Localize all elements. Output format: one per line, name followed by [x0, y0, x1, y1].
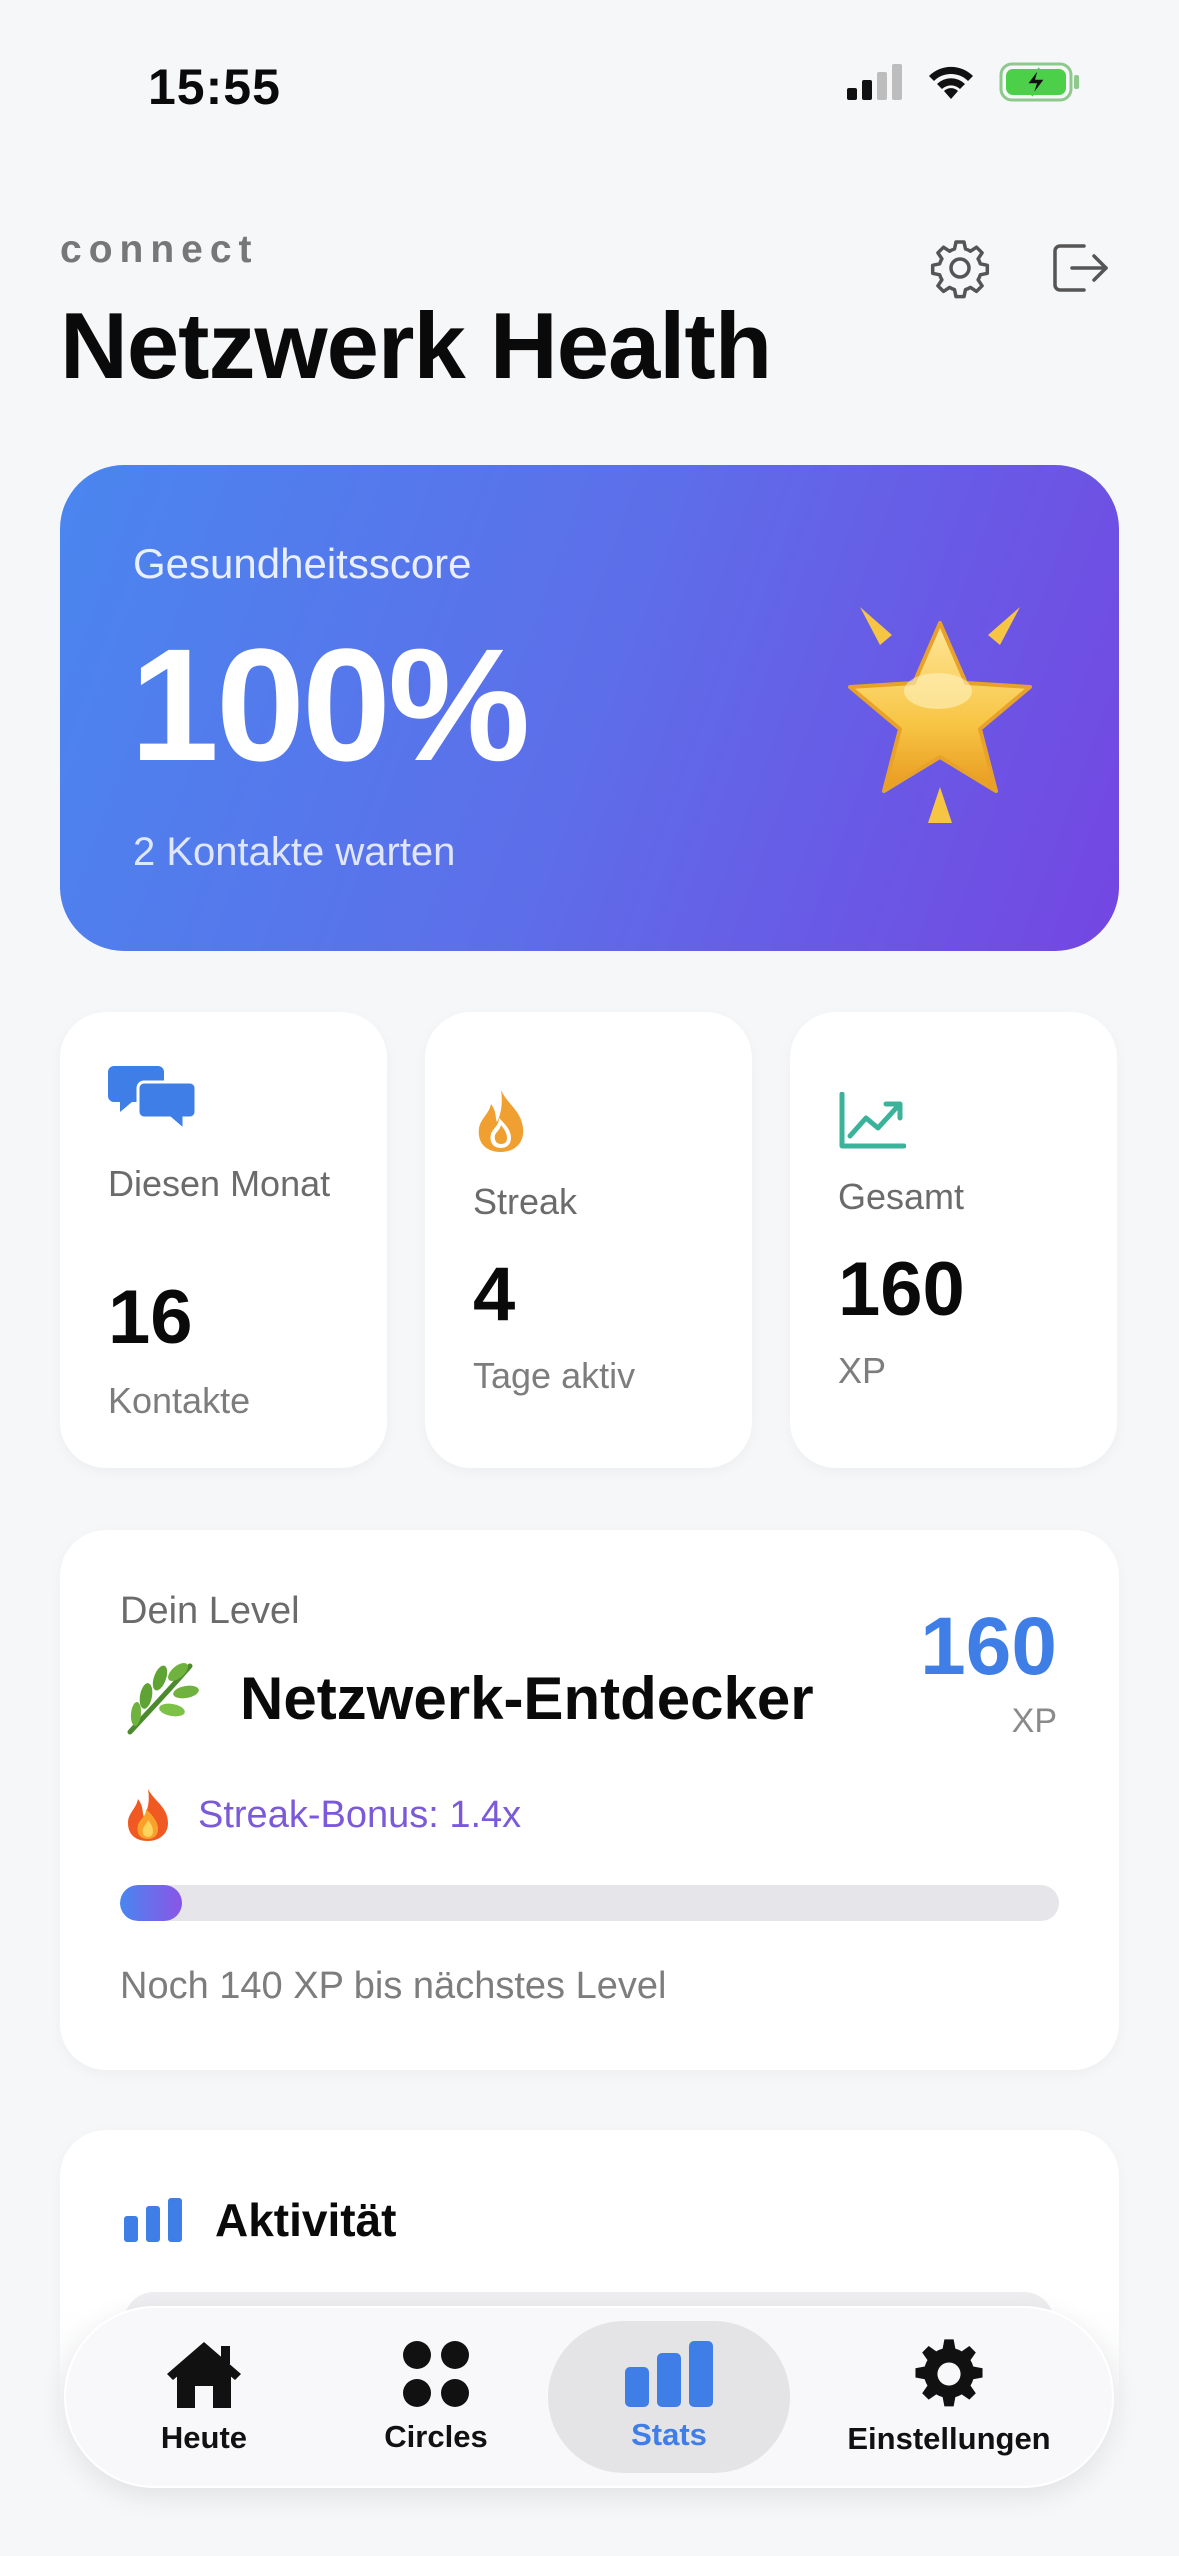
score-subtitle: 2 Kontakte warten: [133, 830, 456, 874]
stat-value: 16: [108, 1275, 193, 1360]
health-score-card: Gesundheitsscore 100% 2 Kontakte warten: [60, 465, 1119, 951]
stat-value: 4: [473, 1252, 516, 1337]
tab-bar: Heute Circles Stats Einstellungen: [64, 2306, 1114, 2488]
score-value: 100%: [130, 615, 530, 794]
tab-stats[interactable]: Stats: [569, 2306, 769, 2488]
stat-card-total: Gesamt 160 XP: [790, 1012, 1117, 1468]
house-icon: [167, 2342, 241, 2408]
bar-chart-icon: [124, 2198, 182, 2242]
level-progress-fill: [120, 1885, 182, 1921]
stat-label: Diesen Monat: [108, 1163, 331, 1204]
tab-heute[interactable]: Heute: [104, 2306, 304, 2488]
tab-label: Circles: [384, 2419, 488, 2454]
fire-icon: [128, 1789, 168, 1841]
stat-label: Streak: [473, 1181, 578, 1222]
streak-bonus-text: Streak-Bonus: 1.4x: [198, 1794, 522, 1836]
logout-icon[interactable]: [1046, 236, 1110, 300]
level-name: Netzwerk-Entdecker: [240, 1665, 814, 1732]
tab-label: Heute: [160, 2420, 248, 2455]
stat-sub: Tage aktiv: [473, 1355, 636, 1396]
battery-charging-icon: [999, 62, 1079, 102]
wifi-icon: [929, 66, 973, 99]
brand-label: connect: [60, 228, 259, 271]
level-xp-value: 160: [920, 1601, 1057, 1692]
signal-icon: [847, 64, 902, 100]
level-xp-unit: XP: [1011, 1702, 1057, 1740]
stat-label: Gesamt: [838, 1176, 965, 1217]
activity-title: Aktivität: [215, 2194, 397, 2246]
level-progress-bar: [120, 1885, 1059, 1921]
tab-circles[interactable]: Circles: [336, 2306, 536, 2488]
herb-icon: [127, 1663, 199, 1735]
score-label: Gesundheitsscore: [133, 540, 472, 587]
level-card: Dein Level Netzwerk-Entdecker 160 XP Str…: [60, 1530, 1119, 2070]
settings-gear-icon[interactable]: [928, 236, 992, 300]
stat-sub: Kontakte: [108, 1380, 251, 1421]
gear-icon: [915, 2339, 983, 2407]
level-label: Dein Level: [120, 1590, 300, 1632]
bar-chart-icon: [625, 2341, 713, 2407]
page-title: Netzwerk Health: [60, 293, 772, 398]
tab-einstellungen[interactable]: Einstellungen: [824, 2306, 1074, 2488]
status-time: 15:55: [148, 59, 281, 115]
chat-bubbles-icon: [108, 1066, 198, 1134]
flame-icon: [478, 1090, 524, 1152]
tab-label: Einstellungen: [847, 2421, 1051, 2456]
stat-sub: XP: [838, 1350, 887, 1391]
status-icons: [847, 62, 1081, 102]
stat-value: 160: [838, 1247, 965, 1332]
stat-card-streak: Streak 4 Tage aktiv: [425, 1012, 752, 1468]
level-next-text: Noch 140 XP bis nächstes Level: [120, 1965, 667, 2007]
tab-label: Stats: [631, 2417, 707, 2452]
star-icon: [848, 607, 1032, 823]
stat-card-month: Diesen Monat 16 Kontakte: [60, 1012, 387, 1468]
trend-chart-icon: [839, 1092, 906, 1149]
four-dots-icon: [403, 2341, 469, 2407]
